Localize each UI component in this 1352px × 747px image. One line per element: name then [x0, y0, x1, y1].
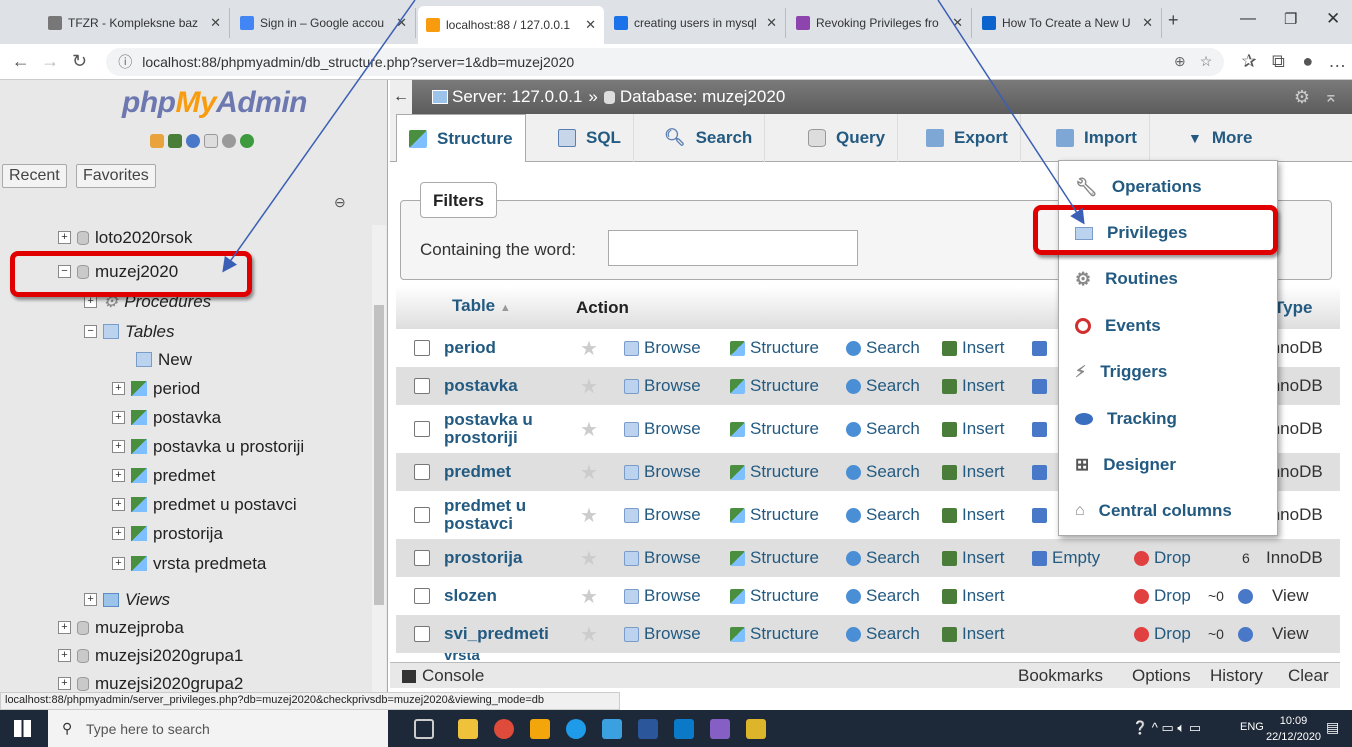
- annotation-arrows: [222, 0, 1085, 273]
- search-icon: ⚲: [62, 720, 73, 736]
- windows-taskbar: ⚲ Type here to search ❔ ^ ▭ 🔈︎ ▭ ENG 10:0…: [0, 710, 1352, 747]
- system-tray-icons[interactable]: ❔ ^ ▭ 🔈︎ ▭: [1132, 720, 1201, 736]
- mail-icon[interactable]: [674, 719, 694, 739]
- word-icon[interactable]: [638, 719, 658, 739]
- visual-studio-icon[interactable]: [710, 719, 730, 739]
- taskbar-clock[interactable]: 10:09 22/12/2020: [1266, 713, 1321, 745]
- arrow-to-database: [222, 0, 416, 273]
- file-explorer-icon[interactable]: [458, 719, 478, 739]
- vscode-icon[interactable]: [602, 719, 622, 739]
- edge-icon[interactable]: [566, 719, 586, 739]
- chrome-icon[interactable]: [494, 719, 514, 739]
- taskbar-search[interactable]: ⚲ Type here to search: [48, 710, 388, 747]
- store-icon[interactable]: [530, 719, 550, 739]
- task-view-icon[interactable]: [414, 719, 434, 739]
- windows-start-icon[interactable]: [14, 720, 31, 737]
- status-url: localhost:88/phpmyadmin/server_privilege…: [0, 692, 620, 710]
- arrow-to-privileges: [937, 0, 1085, 225]
- notifications-icon[interactable]: ▤: [1326, 719, 1339, 736]
- language-indicator[interactable]: ENG: [1240, 721, 1264, 733]
- app-icon[interactable]: [746, 719, 766, 739]
